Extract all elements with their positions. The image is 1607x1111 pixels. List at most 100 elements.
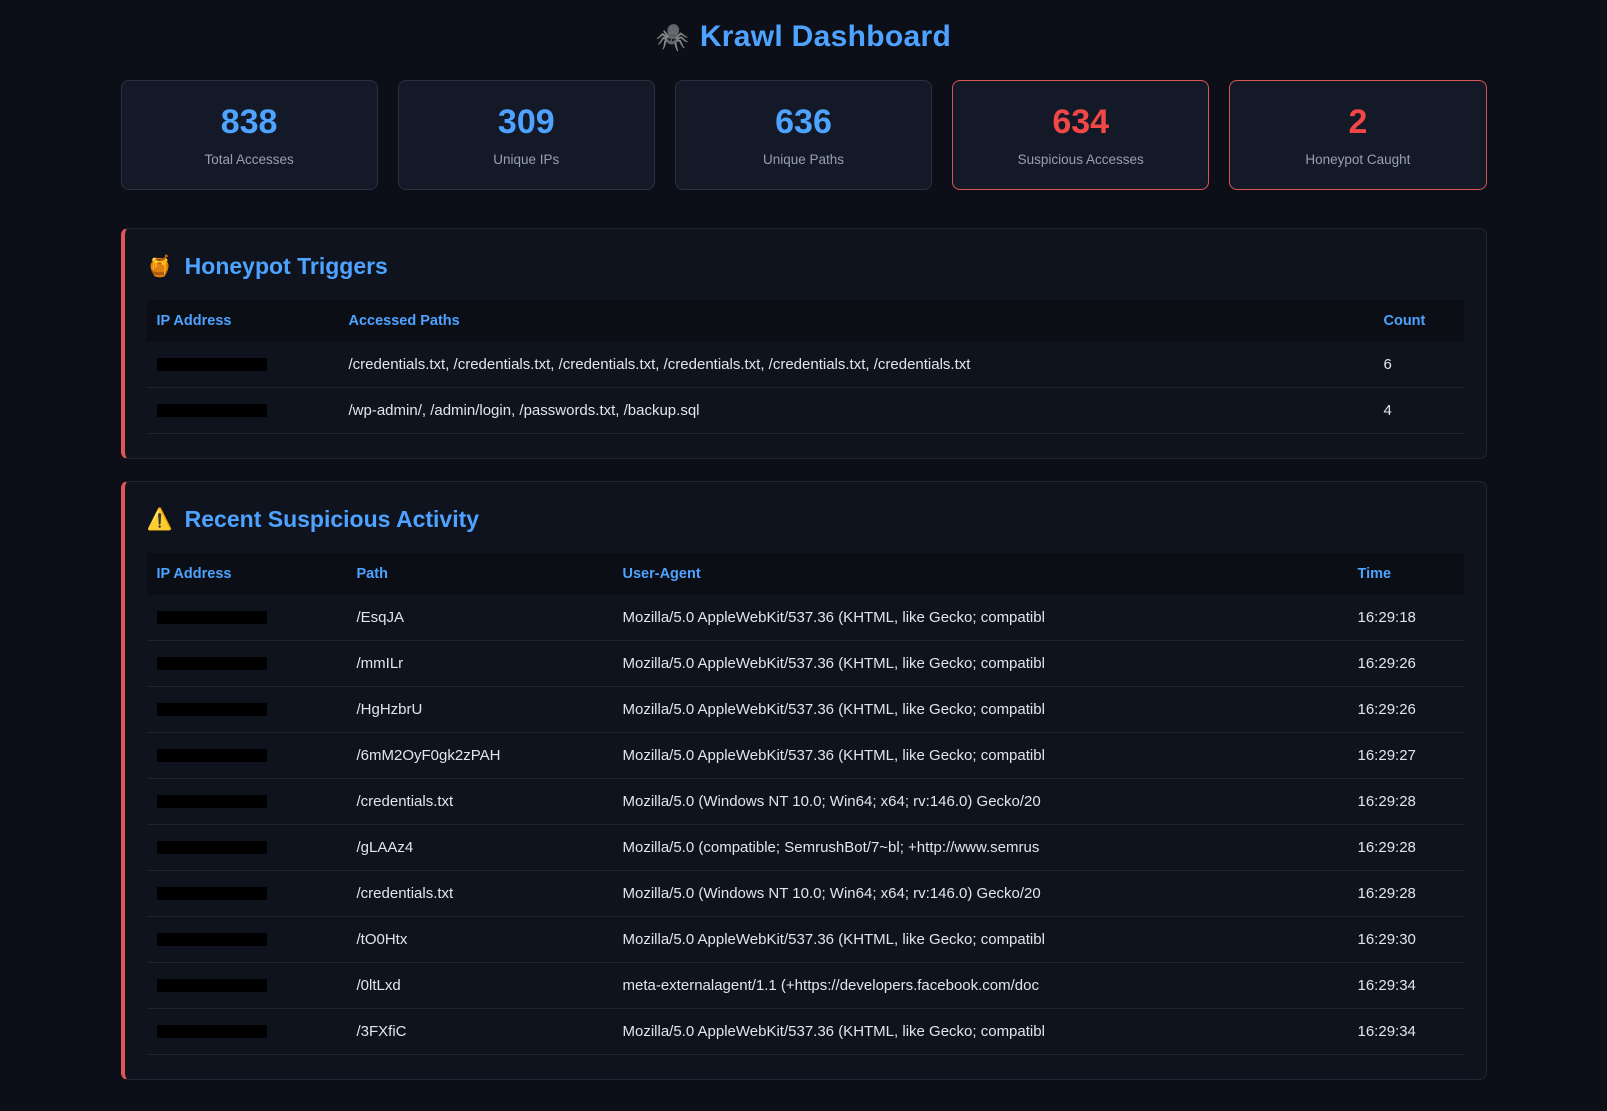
stat-value: 2 xyxy=(1348,103,1367,142)
honeypot-title-text: Honeypot Triggers xyxy=(185,253,388,280)
suspicious-table-body: /EsqJAMozilla/5.0 AppleWebKit/537.36 (KH… xyxy=(147,595,1464,1055)
honeypot-panel: 🍯 Honeypot Triggers IP Address Accessed P… xyxy=(121,228,1487,459)
ip-redaction-bar xyxy=(157,358,267,371)
honeypot-table-body: /credentials.txt, /credentials.txt, /cre… xyxy=(147,342,1464,434)
user-agent-cell: Mozilla/5.0 (Windows NT 10.0; Win64; x64… xyxy=(613,779,1348,825)
time-cell: 16:29:30 xyxy=(1348,917,1464,963)
page-title: 🕷️ Krawl Dashboard xyxy=(121,20,1487,54)
path-cell: /EsqJA xyxy=(347,595,613,641)
ip-cell xyxy=(147,342,339,388)
time-cell: 16:29:28 xyxy=(1348,825,1464,871)
ip-cell xyxy=(147,733,347,779)
ip-cell xyxy=(147,595,347,641)
suspicious-row: /6mM2OyF0gk2zPAHMozilla/5.0 AppleWebKit/… xyxy=(147,733,1464,779)
suspicious-col-path: Path xyxy=(347,553,613,595)
user-agent-cell: Mozilla/5.0 (Windows NT 10.0; Win64; x64… xyxy=(613,871,1348,917)
suspicious-col-ua: User-Agent xyxy=(613,553,1348,595)
user-agent-cell: Mozilla/5.0 AppleWebKit/537.36 (KHTML, l… xyxy=(613,595,1348,641)
suspicious-row: /credentials.txtMozilla/5.0 (Windows NT … xyxy=(147,779,1464,825)
path-cell: /0ltLxd xyxy=(347,963,613,1009)
suspicious-section-title: ⚠️ Recent Suspicious Activity xyxy=(147,506,1464,533)
page-title-text: Krawl Dashboard xyxy=(700,20,951,53)
suspicious-row: /mmILrMozilla/5.0 AppleWebKit/537.36 (KH… xyxy=(147,641,1464,687)
ip-redaction-bar xyxy=(157,1025,267,1038)
page-header: 🕷️ Krawl Dashboard xyxy=(121,14,1487,80)
path-cell: /credentials.txt xyxy=(347,871,613,917)
honeypot-col-ip: IP Address xyxy=(147,300,339,342)
ip-cell xyxy=(147,871,347,917)
user-agent-cell: Mozilla/5.0 AppleWebKit/537.36 (KHTML, l… xyxy=(613,1009,1348,1055)
ip-cell xyxy=(147,641,347,687)
stat-card-unique-paths: 636 Unique Paths xyxy=(675,80,932,190)
time-cell: 16:29:34 xyxy=(1348,963,1464,1009)
stat-label: Unique IPs xyxy=(493,152,559,167)
time-cell: 16:29:28 xyxy=(1348,779,1464,825)
suspicious-row: /gLAAz4Mozilla/5.0 (compatible; SemrushB… xyxy=(147,825,1464,871)
user-agent-cell: meta-externalagent/1.1 (+https://develop… xyxy=(613,963,1348,1009)
honeypot-row: /credentials.txt, /credentials.txt, /cre… xyxy=(147,342,1464,388)
count-cell: 6 xyxy=(1374,342,1464,388)
honeypot-col-count: Count xyxy=(1374,300,1464,342)
ip-redaction-bar xyxy=(157,979,267,992)
stat-label: Unique Paths xyxy=(763,152,844,167)
suspicious-row: /HgHzbrUMozilla/5.0 AppleWebKit/537.36 (… xyxy=(147,687,1464,733)
suspicious-panel: ⚠️ Recent Suspicious Activity IP Address … xyxy=(121,481,1487,1080)
warning-icon: ⚠️ xyxy=(147,508,173,532)
time-cell: 16:29:26 xyxy=(1348,641,1464,687)
stat-value: 634 xyxy=(1052,103,1109,142)
honeypot-row: /wp-admin/, /admin/login, /passwords.txt… xyxy=(147,388,1464,434)
ip-cell xyxy=(147,917,347,963)
suspicious-row: /3FXfiCMozilla/5.0 AppleWebKit/537.36 (K… xyxy=(147,1009,1464,1055)
suspicious-table-head: IP Address Path User-Agent Time xyxy=(147,553,1464,595)
honeypot-col-paths: Accessed Paths xyxy=(339,300,1374,342)
suspicious-col-ip: IP Address xyxy=(147,553,347,595)
suspicious-row: /credentials.txtMozilla/5.0 (Windows NT … xyxy=(147,871,1464,917)
ip-cell xyxy=(147,963,347,1009)
time-cell: 16:29:18 xyxy=(1348,595,1464,641)
path-cell: /3FXfiC xyxy=(347,1009,613,1055)
suspicious-row: /EsqJAMozilla/5.0 AppleWebKit/537.36 (KH… xyxy=(147,595,1464,641)
stat-card-suspicious-accesses: 634 Suspicious Accesses xyxy=(952,80,1209,190)
ip-redaction-bar xyxy=(157,749,267,762)
suspicious-row: /0ltLxdmeta-externalagent/1.1 (+https://… xyxy=(147,963,1464,1009)
time-cell: 16:29:34 xyxy=(1348,1009,1464,1055)
ip-redaction-bar xyxy=(157,887,267,900)
ip-redaction-bar xyxy=(157,611,267,624)
time-cell: 16:29:26 xyxy=(1348,687,1464,733)
spider-icon: 🕷️ xyxy=(656,22,690,52)
ip-redaction-bar xyxy=(157,703,267,716)
suspicious-row: /tO0HtxMozilla/5.0 AppleWebKit/537.36 (K… xyxy=(147,917,1464,963)
suspicious-title-text: Recent Suspicious Activity xyxy=(185,506,479,533)
honeypot-section-title: 🍯 Honeypot Triggers xyxy=(147,253,1464,280)
path-cell: /gLAAz4 xyxy=(347,825,613,871)
user-agent-cell: Mozilla/5.0 AppleWebKit/537.36 (KHTML, l… xyxy=(613,641,1348,687)
ip-cell xyxy=(147,1009,347,1055)
stat-value: 309 xyxy=(498,103,555,142)
ip-cell xyxy=(147,388,339,434)
honeypot-icon: 🍯 xyxy=(147,255,173,279)
count-cell: 4 xyxy=(1374,388,1464,434)
ip-redaction-bar xyxy=(157,657,267,670)
suspicious-table: IP Address Path User-Agent Time /EsqJAMo… xyxy=(147,553,1464,1055)
stat-label: Honeypot Caught xyxy=(1305,152,1410,167)
path-cell: /6mM2OyF0gk2zPAH xyxy=(347,733,613,779)
time-cell: 16:29:27 xyxy=(1348,733,1464,779)
honeypot-table: IP Address Accessed Paths Count /credent… xyxy=(147,300,1464,434)
user-agent-cell: Mozilla/5.0 AppleWebKit/537.36 (KHTML, l… xyxy=(613,687,1348,733)
stat-card-honeypot-caught: 2 Honeypot Caught xyxy=(1229,80,1486,190)
stat-value: 838 xyxy=(221,103,278,142)
ip-cell xyxy=(147,687,347,733)
path-cell: /HgHzbrU xyxy=(347,687,613,733)
stat-label: Total Accesses xyxy=(204,152,293,167)
stats-row: 838 Total Accesses 309 Unique IPs 636 Unique … xyxy=(121,80,1487,190)
dashboard-page: 🕷️ Krawl Dashboard 838 Total Accesses 309 Un… xyxy=(121,0,1487,1080)
user-agent-cell: Mozilla/5.0 (compatible; SemrushBot/7~bl… xyxy=(613,825,1348,871)
ip-redaction-bar xyxy=(157,933,267,946)
stat-value: 636 xyxy=(775,103,832,142)
ip-redaction-bar xyxy=(157,795,267,808)
ip-redaction-bar xyxy=(157,841,267,854)
path-cell: /credentials.txt xyxy=(347,779,613,825)
stat-label: Suspicious Accesses xyxy=(1018,152,1144,167)
stat-card-total-accesses: 838 Total Accesses xyxy=(121,80,378,190)
ip-cell xyxy=(147,779,347,825)
